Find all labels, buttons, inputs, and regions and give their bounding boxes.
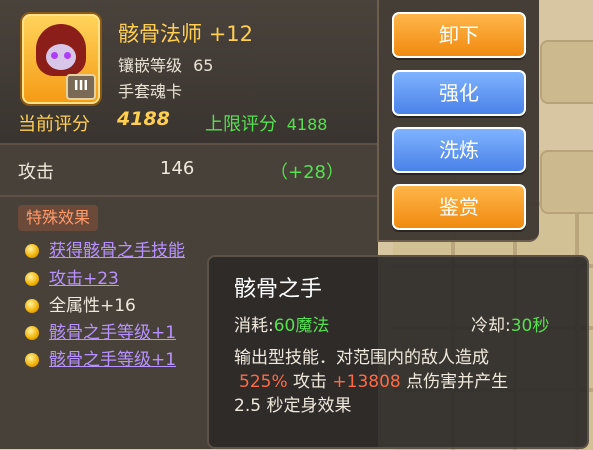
effect-row[interactable]: 获得骸骨之手技能 xyxy=(25,236,185,261)
item-category: 手套魂卡 xyxy=(118,82,183,101)
special-effects-title: 特殊效果 xyxy=(18,205,99,231)
skill-tooltip: 骸骨之手 消耗:60魔法 冷却:30秒 输出型技能．对范围内的敌人造成 525%… xyxy=(207,255,589,449)
item-portrait: III xyxy=(22,14,100,104)
current-score-label: 当前评分 xyxy=(18,114,90,135)
stat-attack-value: 146 xyxy=(160,158,195,179)
appraise-button[interactable]: 鉴赏 xyxy=(392,184,526,230)
enhance-level: +12 xyxy=(208,22,254,46)
stat-attack-label: 攻击 xyxy=(18,162,54,183)
rank-badge: III xyxy=(66,74,96,100)
stat-attack-bonus: （+28） xyxy=(270,162,344,183)
skill-name: 骸骨之手 xyxy=(234,277,323,302)
skill-description-line1: 输出型技能．对范围内的敌人造成 xyxy=(234,348,489,368)
gold-coin-icon xyxy=(25,326,39,340)
effect-row[interactable]: 骸骨之手等级+1 xyxy=(25,345,176,370)
divider xyxy=(0,143,378,145)
effect-row[interactable]: 骸骨之手等级+1 xyxy=(25,318,176,343)
inlay-level: 镶嵌等级 65 xyxy=(118,56,214,75)
gold-coin-icon xyxy=(25,299,39,313)
divider xyxy=(0,195,378,197)
skill-cooldown: 冷却:30秒 xyxy=(471,316,550,336)
unequip-button[interactable]: 卸下 xyxy=(392,12,526,58)
current-score-value: 4188 xyxy=(117,108,170,130)
refine-button[interactable]: 洗炼 xyxy=(392,127,526,173)
max-score: 上限评分 4188 xyxy=(205,114,328,135)
inventory-slot[interactable] xyxy=(540,40,593,104)
strengthen-button[interactable]: 强化 xyxy=(392,70,526,116)
gold-coin-icon xyxy=(25,244,39,258)
gold-coin-icon xyxy=(25,353,39,367)
inventory-slot[interactable] xyxy=(540,150,593,214)
gold-coin-icon xyxy=(25,272,39,286)
item-name: 骸骨法师 +12 xyxy=(118,22,254,46)
skill-description-line3: 2.5 秒定身效果 xyxy=(234,396,352,416)
skill-description-line2: 525% 攻击 +13808 点伤害并产生 xyxy=(239,372,509,392)
skill-cost: 消耗:60魔法 xyxy=(234,316,330,336)
effect-row: 全属性+16 xyxy=(25,291,136,316)
action-panel: 卸下 强化 洗炼 鉴赏 xyxy=(377,0,539,242)
effect-row[interactable]: 攻击+23 xyxy=(25,264,119,289)
